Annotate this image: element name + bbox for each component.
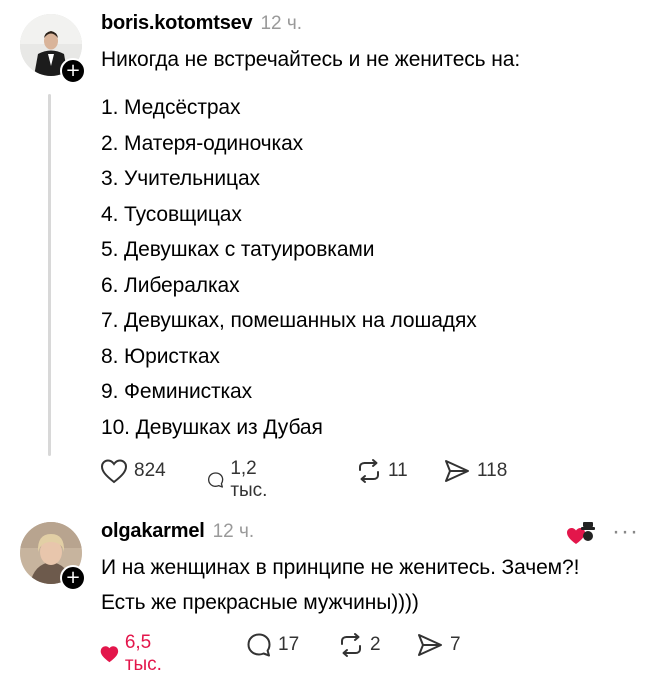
repost-button[interactable]: 11 (356, 458, 408, 484)
repost-icon (341, 633, 361, 657)
post-intro: Никогда не встречайтесь и не женитесь на… (101, 48, 521, 71)
list-item: 7. Девушках, помешанных на лошадях (101, 309, 477, 332)
post-text-line: И на женщинах в принципе не женитесь. За… (101, 556, 580, 579)
post-header: boris.kotomtsev 12 ч. (101, 12, 302, 35)
list-item: 9. Феминистках (101, 380, 253, 403)
share-count: 118 (477, 460, 508, 481)
reply-button[interactable]: 1,2 тыс. (207, 458, 276, 502)
comment-icon (247, 633, 271, 657)
post-time: 12 ч. (212, 521, 255, 542)
repost-button[interactable]: 2 (338, 632, 381, 658)
like-count: 6,5 тыс. (124, 632, 162, 675)
follow-plus-icon-olga[interactable]: + (60, 565, 86, 591)
list-item: 10. Девушках из Дубая (101, 416, 323, 439)
list-item: 3. Учительницах (101, 167, 260, 190)
like-button[interactable]: 824 (100, 458, 166, 484)
reply-count: 1,2 тыс. (230, 458, 268, 501)
share-button[interactable]: 118 (443, 458, 507, 484)
post-boris: + boris.kotomtsev 12 ч. Никогда не встре… (0, 0, 667, 502)
comment-icon (207, 472, 224, 488)
post-olga: + olgakarmel 12 ч. ··· И на женщинах в п… (0, 508, 667, 676)
share-button[interactable]: 7 (416, 632, 461, 658)
share-icon (445, 460, 469, 482)
username-olga[interactable]: olgakarmel (101, 520, 205, 543)
like-button[interactable]: 6,5 тыс. (100, 632, 171, 676)
repost-count: 11 (388, 460, 408, 481)
list-item: 6. Либералках (101, 274, 240, 297)
username-boris[interactable]: boris.kotomtsev (101, 12, 253, 35)
post-text-line: Есть же прекрасные мужчины)))) (101, 591, 419, 614)
repost-count: 2 (370, 634, 381, 655)
share-icon (418, 634, 442, 656)
list-item: 8. Юристках (101, 345, 220, 368)
badge-icon (566, 520, 600, 551)
reply-count: 17 (278, 634, 300, 655)
like-count: 824 (134, 460, 166, 481)
list-item: 2. Матеря-одиночках (101, 132, 304, 155)
reply-button[interactable]: 17 (246, 632, 299, 658)
post-time: 12 ч. (260, 13, 303, 34)
heart-icon (100, 459, 128, 484)
follow-plus-icon-boris[interactable]: + (60, 58, 86, 84)
thread-line (48, 94, 51, 456)
heart-icon (100, 646, 119, 663)
repost-icon (359, 459, 379, 483)
list-item: 5. Девушках с татуировками (101, 238, 375, 261)
share-count: 7 (450, 634, 461, 655)
post-header: olgakarmel 12 ч. (101, 520, 254, 543)
more-options-button[interactable]: ··· (612, 518, 639, 546)
list-item: 4. Тусовщицах (101, 203, 242, 226)
list-item: 1. Медсёстрах (101, 96, 241, 119)
